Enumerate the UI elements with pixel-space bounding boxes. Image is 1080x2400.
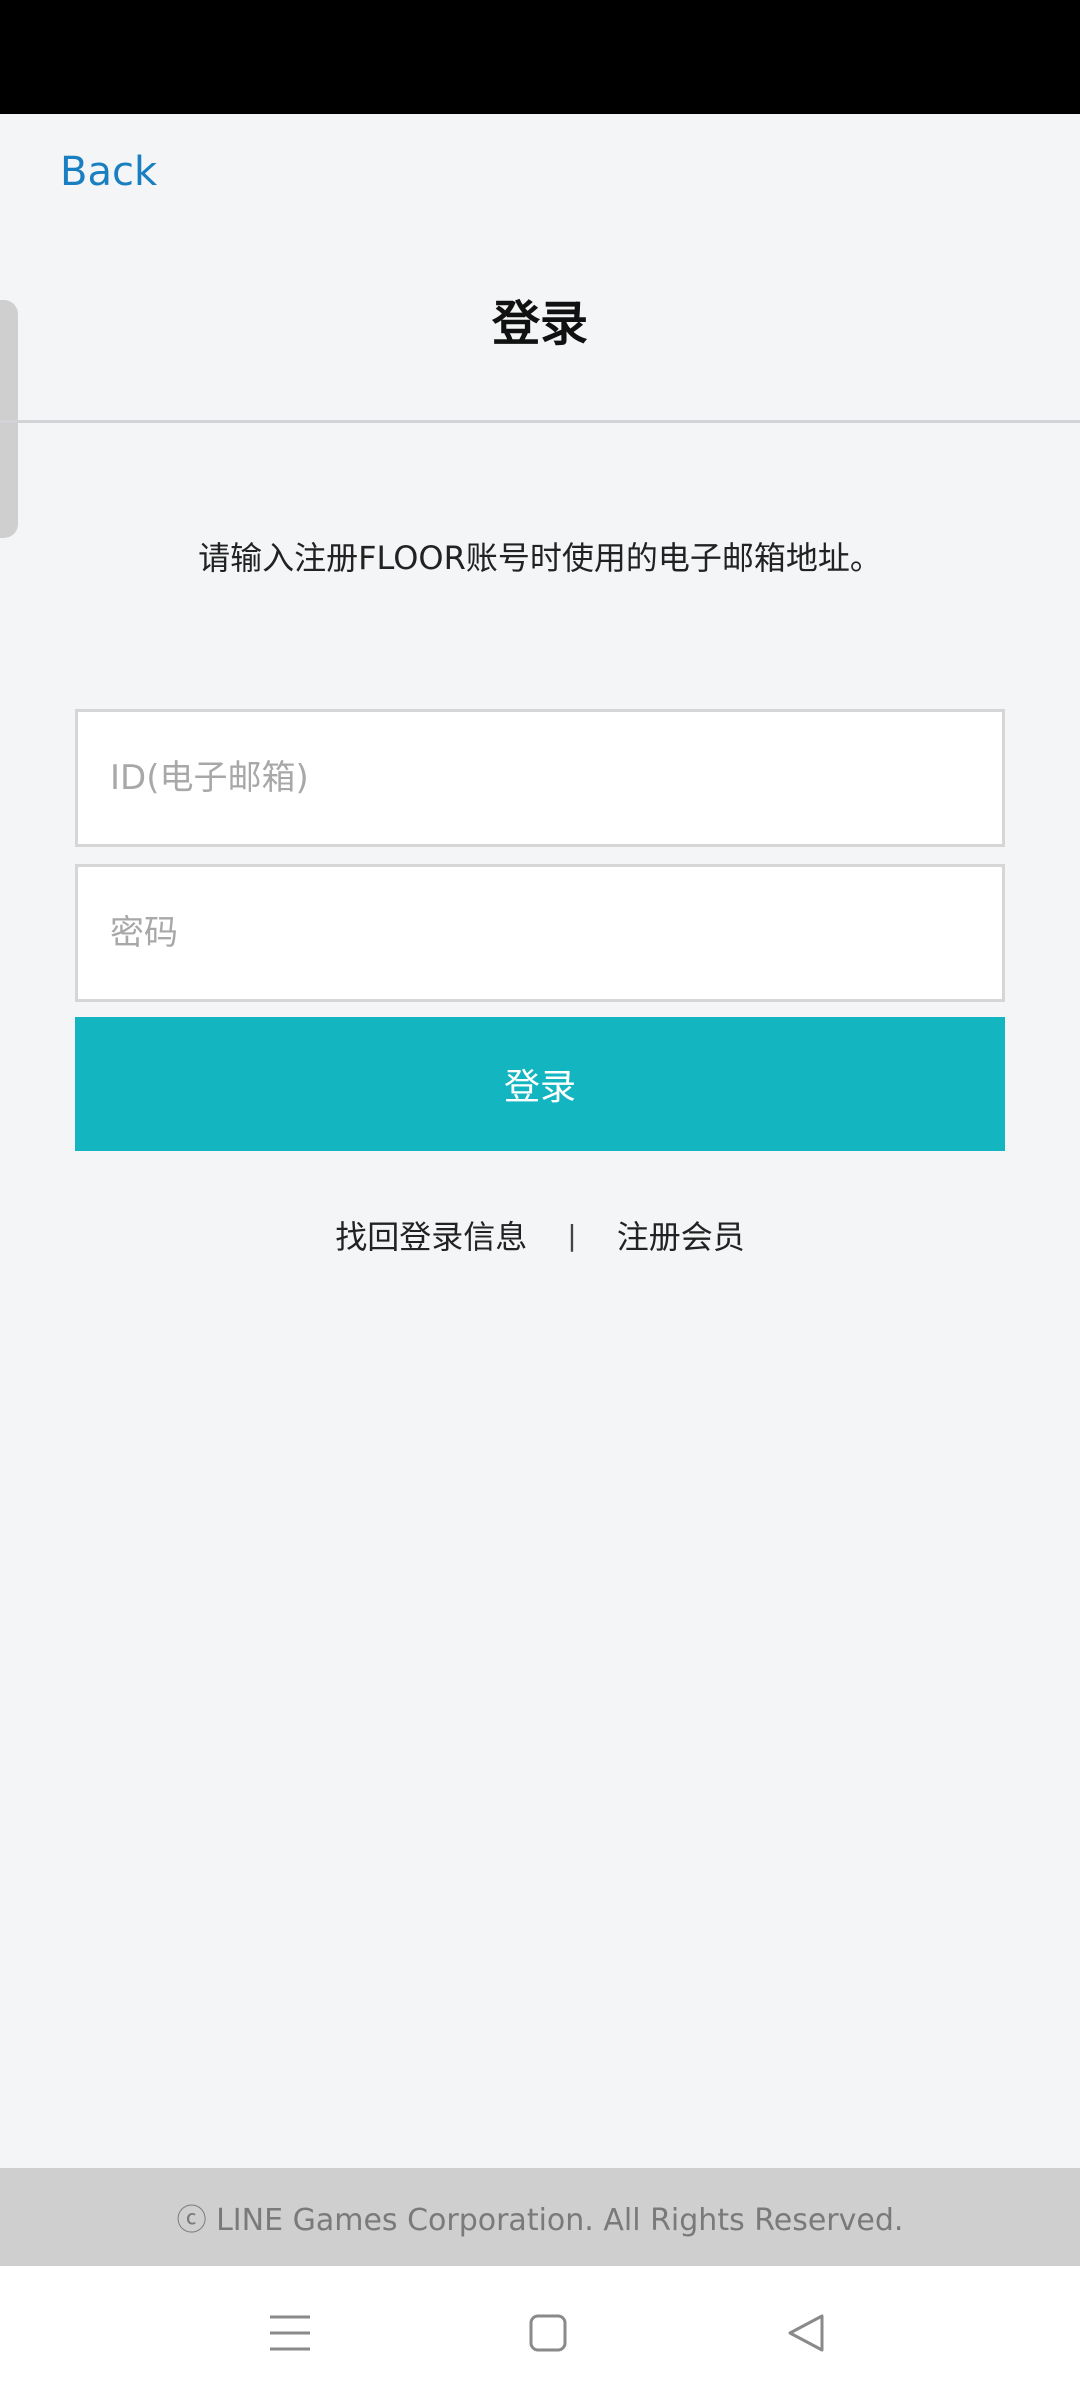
nav-menu-button[interactable] xyxy=(230,2266,350,2400)
nav-back-button[interactable] xyxy=(746,2266,866,2400)
back-button[interactable]: Back xyxy=(60,148,157,196)
back-icon xyxy=(788,2314,824,2352)
nav-home-button[interactable] xyxy=(488,2266,608,2400)
menu-icon xyxy=(270,2315,310,2351)
find-login-info-link[interactable]: 找回登录信息 xyxy=(335,1212,527,1258)
title-divider xyxy=(0,420,1080,423)
home-icon xyxy=(529,2314,567,2352)
system-nav-bar xyxy=(0,2266,1080,2400)
email-field[interactable] xyxy=(75,709,1005,847)
footer: ⓒ LINE Games Corporation. All Rights Res… xyxy=(0,2168,1080,2266)
status-bar xyxy=(0,0,1080,114)
account-links: 找回登录信息 | 注册会员 xyxy=(0,1210,1080,1260)
instruction-text: 请输入注册FLOOR账号时使用的电子邮箱地址。 xyxy=(198,539,882,577)
password-field[interactable] xyxy=(75,864,1005,1002)
page-title: 登录 xyxy=(491,296,588,352)
copyright-text: ⓒ LINE Games Corporation. All Rights Res… xyxy=(176,2203,904,2238)
register-link[interactable]: 注册会员 xyxy=(617,1212,745,1258)
login-button[interactable]: 登录 xyxy=(75,1017,1005,1151)
login-page: Back 登录 请输入注册FLOOR账号时使用的电子邮箱地址。 登录 找回登录信… xyxy=(0,114,1080,2168)
links-separator: | xyxy=(567,1218,577,1252)
